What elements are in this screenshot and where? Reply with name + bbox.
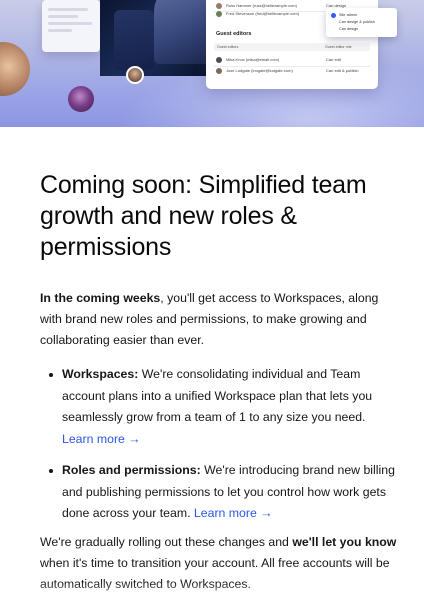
guest-avatar-icon bbox=[216, 67, 222, 74]
guest-row[interactable]: Mika Knox (mika@email.com) Can edit bbox=[216, 54, 370, 65]
learn-more-roles-link[interactable]: Learn more → bbox=[194, 506, 273, 520]
role-option-label: Can design bbox=[339, 26, 359, 31]
closing-text-start: We're gradually rolling out these change… bbox=[40, 535, 293, 549]
bottom-fade bbox=[0, 582, 424, 598]
intro-paragraph: In the coming weeks, you'll get access t… bbox=[40, 288, 400, 351]
video-shape-right bbox=[154, 0, 208, 64]
member-name: Fred Stevenson (fred@hellexample.com) bbox=[226, 11, 299, 16]
list-item-roles-permissions: Roles and permissions: We're introducing… bbox=[49, 460, 402, 525]
bullet-term: Roles and permissions: bbox=[62, 463, 201, 477]
list-item-workspaces: Workspaces: We're consolidating individu… bbox=[49, 364, 402, 450]
role-option-design-publish[interactable]: Can design & publish bbox=[330, 18, 393, 25]
small-preview-card bbox=[42, 0, 100, 52]
guest-role[interactable]: Can edit bbox=[326, 57, 370, 62]
role-dropdown-menu[interactable]: Site admin Can design & publish Can desi… bbox=[326, 8, 397, 37]
role-option-design[interactable]: Can design bbox=[330, 25, 393, 32]
intro-emphasis: In the coming weeks bbox=[40, 291, 161, 305]
video-shape-left bbox=[114, 10, 154, 70]
feature-list: Workspaces: We're consolidating individu… bbox=[49, 364, 402, 525]
role-column-header: Guest editor role bbox=[325, 45, 352, 49]
role-option-site-admin[interactable]: Site admin bbox=[330, 11, 393, 18]
role-option-label: Site admin bbox=[339, 12, 357, 17]
guest-avatar bbox=[68, 86, 94, 112]
bullet-term: Workspaces: bbox=[62, 367, 139, 381]
article-title: Coming soon: Simplified team growth and … bbox=[40, 171, 367, 261]
guest-editors-heading: Guest editors bbox=[216, 31, 252, 37]
guest-name: Jose Ludgate (lnugate@ludgate.com) bbox=[226, 68, 293, 73]
video-preview-tile bbox=[100, 0, 208, 76]
collaborator-avatar bbox=[126, 66, 144, 84]
selected-check-icon bbox=[331, 12, 336, 18]
guest-column-header: Guest editors bbox=[217, 45, 239, 49]
hero-banner: Russ Hammer (russ@hellexample.com) Can d… bbox=[0, 0, 424, 127]
user-avatar-left bbox=[0, 42, 30, 96]
guest-role[interactable]: Can edit & publish bbox=[326, 68, 370, 73]
learn-more-workspaces-link[interactable]: Learn more → bbox=[62, 432, 141, 446]
closing-emphasis: we'll let you know bbox=[292, 535, 397, 549]
guest-row[interactable]: Jose Ludgate (lnugate@ludgate.com) Can e… bbox=[216, 65, 370, 76]
guest-avatar-icon bbox=[216, 56, 222, 63]
guest-table-header: Guest editors Guest editor role bbox=[214, 43, 370, 51]
member-avatar-icon bbox=[216, 10, 222, 17]
role-option-label: Can design & publish bbox=[339, 19, 375, 24]
guest-name: Mika Knox (mika@email.com) bbox=[226, 57, 280, 62]
